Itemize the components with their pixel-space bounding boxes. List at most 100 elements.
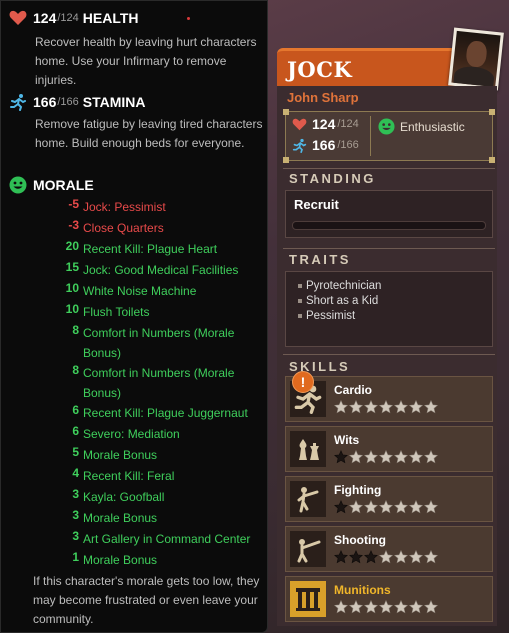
modifier-text: Recent Kill: Plague Juggernaut xyxy=(83,406,248,420)
divider xyxy=(283,248,495,249)
star-empty-icon xyxy=(349,500,363,514)
star-filled-icon xyxy=(349,550,363,564)
card-health-current: 124 xyxy=(312,116,336,132)
card-health: 124/124 xyxy=(292,116,359,132)
traits-title: TRAITS xyxy=(289,252,351,267)
star-empty-icon xyxy=(409,550,423,564)
modifier-text: Comfort in Numbers (Morale Bonus) xyxy=(83,326,235,360)
health-current: 124 xyxy=(33,10,57,26)
star-empty-icon xyxy=(349,600,363,614)
star-empty-icon xyxy=(424,400,438,414)
star-empty-icon xyxy=(349,450,363,464)
standing-panel: Recruit xyxy=(285,190,493,238)
skill-stars xyxy=(334,600,439,614)
heart-icon xyxy=(292,118,307,130)
modifier-value: 10 xyxy=(65,281,79,295)
star-empty-icon xyxy=(364,450,378,464)
star-filled-icon xyxy=(364,550,378,564)
skill-fighting[interactable]: Fighting xyxy=(285,476,493,522)
modifier-text: Severo: Mediation xyxy=(83,427,180,441)
modifier-text: Morale Bonus xyxy=(83,553,158,567)
chess-icon xyxy=(290,431,326,467)
modifier-value: 15 xyxy=(65,260,79,274)
health-description: Recover health by leaving hurt character… xyxy=(35,35,257,87)
star-empty-icon xyxy=(364,600,378,614)
skill-name: Fighting xyxy=(334,483,382,497)
modifier-text: Recent Kill: Plague Heart xyxy=(83,242,218,256)
modifier-text: Kayla: Goofball xyxy=(83,490,165,504)
skill-wits[interactable]: Wits xyxy=(285,426,493,472)
modifier-value: 5 xyxy=(72,445,79,459)
modifier-value: 1 xyxy=(72,550,79,564)
star-empty-icon xyxy=(394,550,408,564)
stats-tooltip: 124 /124 HEALTH Recover health by leavin… xyxy=(0,0,268,633)
skill-cardio[interactable]: ! Cardio xyxy=(285,371,493,422)
modifier-value: 6 xyxy=(72,424,79,438)
skill-shooting[interactable]: Shooting xyxy=(285,526,493,572)
character-portrait[interactable] xyxy=(448,27,504,91)
modifier-text: White Noise Machine xyxy=(83,284,197,298)
standing-title: STANDING xyxy=(289,171,376,186)
star-empty-icon xyxy=(379,450,393,464)
mood-label: Enthusiastic xyxy=(400,119,465,134)
star-empty-icon xyxy=(379,500,393,514)
portrait-image xyxy=(451,30,501,88)
skill-stars xyxy=(334,500,439,514)
skill-name: Shooting xyxy=(334,533,386,547)
star-empty-icon xyxy=(349,400,363,414)
skill-munitions[interactable]: Munitions xyxy=(285,576,493,622)
character-nickname: JOCK xyxy=(287,57,353,82)
star-empty-icon xyxy=(424,600,438,614)
running-icon xyxy=(10,94,26,111)
modifier-text: Close Quarters xyxy=(83,221,164,235)
trait-item[interactable]: Pyrotechnician xyxy=(298,280,381,292)
stamina-current: 166 xyxy=(33,94,57,110)
modifier-value: 10 xyxy=(65,302,79,316)
modifier-text: Comfort in Numbers (Morale Bonus) xyxy=(83,366,235,400)
star-empty-icon xyxy=(394,400,408,414)
modifier-value: -3 xyxy=(68,218,79,232)
modifier-value: 8 xyxy=(72,323,79,337)
card-health-max: /124 xyxy=(337,118,359,130)
trait-item[interactable]: Pessimist xyxy=(298,310,355,322)
character-card[interactable]: JOCK John Sharp 124/124 166/166 Enthusia… xyxy=(277,27,504,628)
stamina-description: Remove fatigue by leaving tired characte… xyxy=(35,117,263,150)
health-header: 124 /124 HEALTH xyxy=(9,10,139,26)
alert-icon[interactable]: ! xyxy=(292,371,314,393)
divider xyxy=(283,168,495,169)
modifier-value: -5 xyxy=(68,197,79,211)
skill-name: Cardio xyxy=(334,383,373,397)
star-empty-icon xyxy=(394,600,408,614)
star-empty-icon xyxy=(424,550,438,564)
mood-status: Enthusiastic xyxy=(378,118,465,135)
modifier-text: Recent Kill: Feral xyxy=(83,469,175,483)
trait-item[interactable]: Short as a Kid xyxy=(298,295,378,307)
star-empty-icon xyxy=(379,550,393,564)
star-empty-icon xyxy=(409,600,423,614)
divider xyxy=(283,354,495,355)
vitals-divider xyxy=(370,116,371,156)
modifier-text: Flush Toilets xyxy=(83,305,150,319)
star-empty-icon xyxy=(409,450,423,464)
modifier-value: 3 xyxy=(72,487,79,501)
modifier-value: 8 xyxy=(72,363,79,377)
star-empty-icon xyxy=(394,450,408,464)
skill-stars xyxy=(334,550,439,564)
card-stamina-max: /166 xyxy=(337,139,359,151)
star-empty-icon xyxy=(424,450,438,464)
card-stamina: 166/166 xyxy=(292,137,359,153)
skill-name: Wits xyxy=(334,433,360,447)
modifier-text: Jock: Pessimist xyxy=(83,200,166,214)
traits-panel: Pyrotechnician Short as a Kid Pessimist xyxy=(285,271,493,347)
modifier-text: Morale Bonus xyxy=(83,511,158,525)
skill-name: Munitions xyxy=(334,583,391,597)
star-empty-icon xyxy=(409,400,423,414)
star-empty-icon xyxy=(364,400,378,414)
card-body: John Sharp 124/124 166/166 Enthusiastic … xyxy=(277,86,497,626)
star-filled-icon xyxy=(334,550,348,564)
smiley-icon xyxy=(9,176,27,194)
indicator-dot xyxy=(187,17,190,20)
star-empty-icon xyxy=(424,500,438,514)
modifier-text: Art Gallery in Command Center xyxy=(83,532,251,546)
morale-header: MORALE xyxy=(9,176,94,194)
